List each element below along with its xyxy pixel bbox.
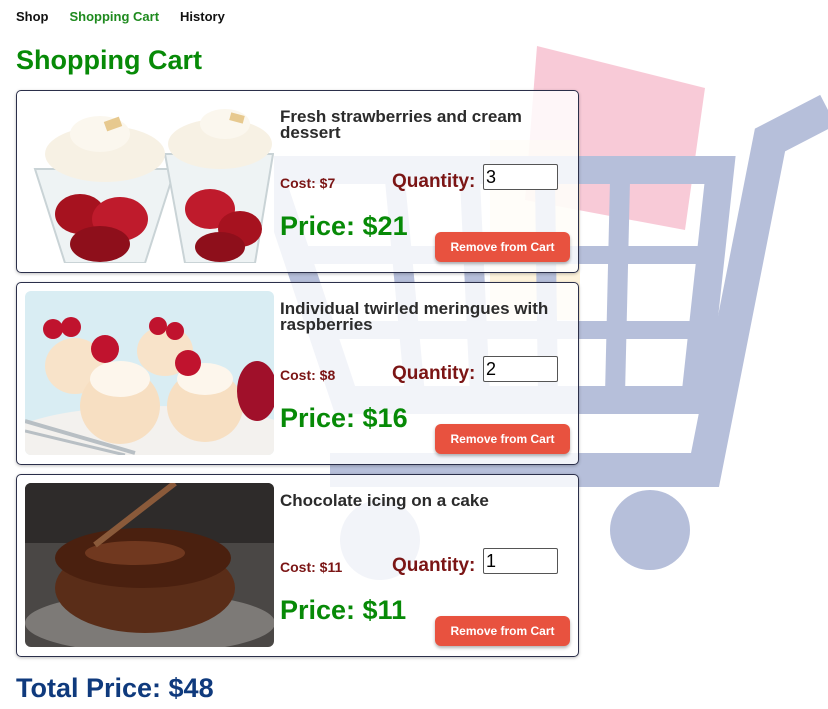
item-name: Chocolate icing on a cake bbox=[280, 491, 489, 510]
quantity-input[interactable] bbox=[483, 356, 558, 382]
item-name: Individual twirled meringues with raspbe… bbox=[280, 299, 549, 334]
cart-item: Individual twirled meringues with raspbe… bbox=[16, 282, 579, 465]
product-image-strawberries bbox=[25, 99, 274, 263]
nav-link-shopping-cart[interactable]: Shopping Cart bbox=[70, 9, 160, 24]
nav-link-shop[interactable]: Shop bbox=[16, 9, 49, 24]
remove-from-cart-button[interactable]: Remove from Cart bbox=[435, 232, 570, 262]
remove-from-cart-button[interactable]: Remove from Cart bbox=[435, 616, 570, 646]
cart-item-list: Fresh strawberries and cream dessert Cos… bbox=[16, 90, 579, 666]
item-cost: Cost: $8 bbox=[280, 367, 336, 383]
cart-item: Chocolate icing on a cake Cost: $11 Quan… bbox=[16, 474, 579, 657]
item-cost: Cost: $11 bbox=[280, 559, 343, 575]
item-price: Price: $11 bbox=[280, 595, 407, 625]
item-price: Price: $16 bbox=[280, 403, 408, 433]
quantity-label: Quantity: bbox=[392, 171, 476, 192]
quantity-input[interactable] bbox=[483, 164, 558, 190]
product-image-chocolate-cake bbox=[25, 483, 274, 647]
page-title: Shopping Cart bbox=[16, 45, 202, 75]
cart-item: Fresh strawberries and cream dessert Cos… bbox=[16, 90, 579, 273]
quantity-label: Quantity: bbox=[392, 555, 476, 576]
top-nav: Shop Shopping Cart History bbox=[16, 9, 225, 24]
remove-from-cart-button[interactable]: Remove from Cart bbox=[435, 424, 570, 454]
quantity-input[interactable] bbox=[483, 548, 558, 574]
quantity-label: Quantity: bbox=[392, 363, 476, 384]
item-price: Price: $21 bbox=[280, 211, 408, 241]
total-price: Total Price: $48 bbox=[16, 673, 214, 703]
nav-link-history[interactable]: History bbox=[180, 9, 225, 24]
item-name: Fresh strawberries and cream dessert bbox=[280, 107, 522, 142]
product-image-meringues bbox=[25, 291, 274, 455]
item-cost: Cost: $7 bbox=[280, 175, 336, 191]
